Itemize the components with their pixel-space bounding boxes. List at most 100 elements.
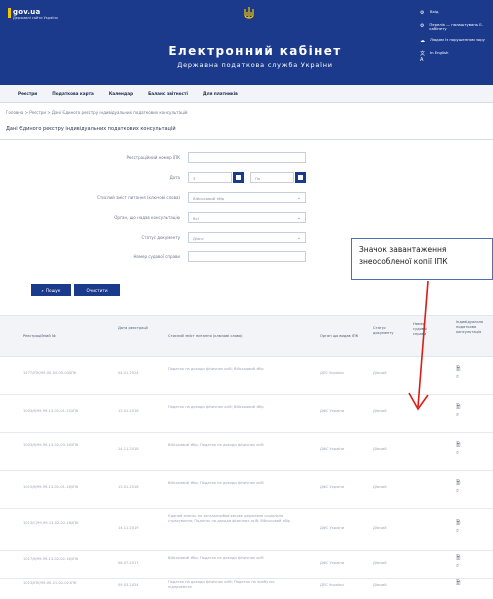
table-row: 1577/ІПК/99-00-04-03-03/ІПК 04.01.2024 П… [0, 357, 493, 395]
col-header-court: Номер судової справи [413, 322, 428, 337]
col-header-date: Дата реєстрації [118, 326, 148, 330]
cell-actions: 🗎 ⌕ [456, 519, 460, 536]
chevron-down-icon: ⌄ [296, 235, 301, 241]
cell-topic: Податок на доходи фізичних осіб; Військо… [168, 367, 264, 371]
cell-date: 13.01.2018 [118, 409, 139, 413]
reg-number-input[interactable] [188, 152, 306, 163]
download-icon[interactable]: 🗎 [456, 554, 460, 562]
cell-org: ДПС України [320, 371, 344, 375]
page-title-main: Електронний кабінет [168, 44, 342, 58]
nav-item-tax-map[interactable]: Податкова карта [52, 91, 94, 96]
col-header-ipk: Індивідуальна податкова консультація [456, 320, 484, 335]
callout-line-2: знеособленої копії ІПК [359, 256, 448, 266]
search-button[interactable]: ⌕ Пошук [31, 284, 71, 296]
cell-number: 1015/6/99-99-13-01-01-16/ІПК [23, 485, 79, 489]
cell-status: Діючий [373, 447, 387, 451]
article-value: Військовий збір [193, 196, 225, 201]
settings-link[interactable]: ⚙ Перелік — налаштувань Е-кабінету [420, 22, 493, 33]
cell-status: Діючий [373, 526, 387, 530]
download-icon[interactable]: 🗎 [456, 479, 460, 487]
cell-status: Діючий [373, 561, 387, 565]
page-heading: Дані Єдиного реєстру індивідуальних пода… [6, 126, 176, 132]
flag-icon [8, 8, 11, 18]
calendar-from-icon[interactable] [233, 172, 244, 183]
cell-org: ДФС України [320, 526, 345, 530]
gear-icon: ⚙ [420, 10, 425, 16]
cell-topic: Податок на доходи фізичних осіб; Податок… [168, 580, 275, 590]
download-icon[interactable]: 🗎 [456, 441, 460, 449]
nav-item-taxpayers[interactable]: Для платників [203, 91, 238, 96]
cell-actions: 🗎 ⌕ [456, 365, 460, 382]
cell-actions: 🗎 ⌕ [456, 441, 460, 458]
search-icon[interactable]: ⌕ [456, 449, 460, 457]
nav-item-reporting[interactable]: Баланс звітності [148, 91, 188, 96]
table-row: 1003/6/99-99-13-02-03-16/ІПК 14.11.2018 … [0, 433, 493, 471]
table-header: Реєстраційний № Дата реєстрації Стислий … [0, 315, 493, 357]
cell-number: 1013/С/99-99-13-02-02-16/ІПК [23, 521, 79, 525]
login-label: Вхід [430, 9, 439, 14]
cell-status: Діючий [373, 371, 387, 375]
login-link[interactable]: ⚙ Вхід [420, 9, 493, 17]
date-from-input[interactable]: З [188, 172, 232, 183]
cell-topic: Військовий збір; Податок на доходи фізич… [168, 481, 264, 485]
cell-date: 09.03.2024 [118, 583, 139, 587]
authority-select[interactable]: Всі ⌄ [188, 212, 306, 223]
cell-date: 14.11.2018 [118, 447, 139, 451]
cell-date: 14.11.2019 [118, 526, 139, 530]
breadcrumb[interactable]: Головна > Реєстри > Дані Єдиного реєстру… [6, 110, 188, 115]
search-icon[interactable]: ⌕ [456, 562, 460, 570]
court-case-input[interactable] [188, 251, 306, 262]
gov-ua-logo[interactable]: gov.ua Державні сайти України [8, 8, 58, 20]
search-icon[interactable]: ⌕ [456, 527, 460, 535]
table-row: 1013/С/99-99-13-02-02-16/ІПК 14.11.2019 … [0, 509, 493, 551]
cell-number: 1023/ІПК/99-00-21-02-02-ІПК [23, 581, 77, 585]
page-subtitle: Державна податкова служба України [177, 61, 333, 69]
article-select[interactable]: Військовий збір ⌄ [188, 192, 306, 203]
search-icon[interactable]: ⌕ [456, 487, 460, 495]
search-icon[interactable]: ⌕ [456, 373, 460, 381]
cell-org: ДФС України [320, 447, 345, 451]
header-links: ⚙ Вхід ⚙ Перелік — налаштувань Е-кабінет… [420, 9, 493, 70]
search-icon[interactable]: ⌕ [456, 411, 460, 419]
court-case-label: Номер судової справи [133, 254, 180, 259]
cell-date: 13.01.2018 [118, 485, 139, 489]
logo-text: gov.ua [13, 8, 41, 16]
eye-icon: ☁ [420, 38, 425, 45]
cell-number: 1577/ІПК/99-00-04-03-03/ІПК [23, 371, 77, 375]
calendar-to-icon[interactable] [295, 172, 306, 183]
main-nav: Реєстри Податкова карта Календар Баланс … [0, 85, 493, 103]
chevron-down-icon: ⌄ [296, 215, 301, 221]
cell-actions: 🗎 ⌕ [456, 554, 460, 571]
cell-status: Діючий [373, 583, 387, 587]
cell-org: ДФС України [320, 561, 345, 565]
download-icon[interactable]: 🗎 [456, 519, 460, 527]
cell-number: 1003/6/99-99-13-01-01-15/ІПК [23, 409, 79, 413]
cell-topic: Військовий збір; Податок на доходи фізич… [168, 443, 264, 447]
nav-item-registers[interactable]: Реєстри [18, 91, 37, 96]
cell-topic: Єдиний внесок на загальнообов'язкове дер… [168, 514, 290, 524]
reg-number-label: Реєстраційний номер ІПК [126, 155, 181, 160]
col-header-topic: Стислий зміст питання (ключові слова) [168, 334, 243, 338]
accessibility-link[interactable]: ☁ Людям із порушенням зору [420, 37, 493, 45]
cell-actions: 🗎 [456, 579, 460, 587]
language-link[interactable]: 文A In English [420, 50, 493, 64]
download-icon[interactable]: 🗎 [456, 579, 460, 587]
col-header-number: Реєстраційний № [23, 334, 56, 338]
download-icon[interactable]: 🗎 [456, 365, 460, 373]
date-label: Дата [169, 175, 180, 180]
clear-button[interactable]: Очистити [74, 284, 120, 296]
chevron-down-icon: ⌄ [296, 195, 301, 201]
status-select[interactable]: Діючі ⌄ [188, 232, 306, 243]
cell-date: 06.07.2017 [118, 561, 139, 565]
status-label: Статус документу [141, 235, 180, 240]
clear-button-label: Очистити [86, 287, 108, 293]
date-to-input[interactable]: По [250, 172, 294, 183]
site-header: gov.ua Державні сайти України Електронни… [0, 0, 493, 85]
trident-icon [244, 7, 254, 19]
download-icon[interactable]: 🗎 [456, 403, 460, 411]
search-icon: ⌕ [41, 287, 44, 293]
table-row: 1015/6/99-99-13-01-01-16/ІПК 13.01.2018 … [0, 471, 493, 509]
nav-item-calendar[interactable]: Календар [109, 91, 133, 96]
table-row: 1017/6/99-99-13-02-02-16/ІПК 06.07.2017 … [0, 551, 493, 579]
callout-line-1: Значок завантаження [359, 245, 447, 254]
